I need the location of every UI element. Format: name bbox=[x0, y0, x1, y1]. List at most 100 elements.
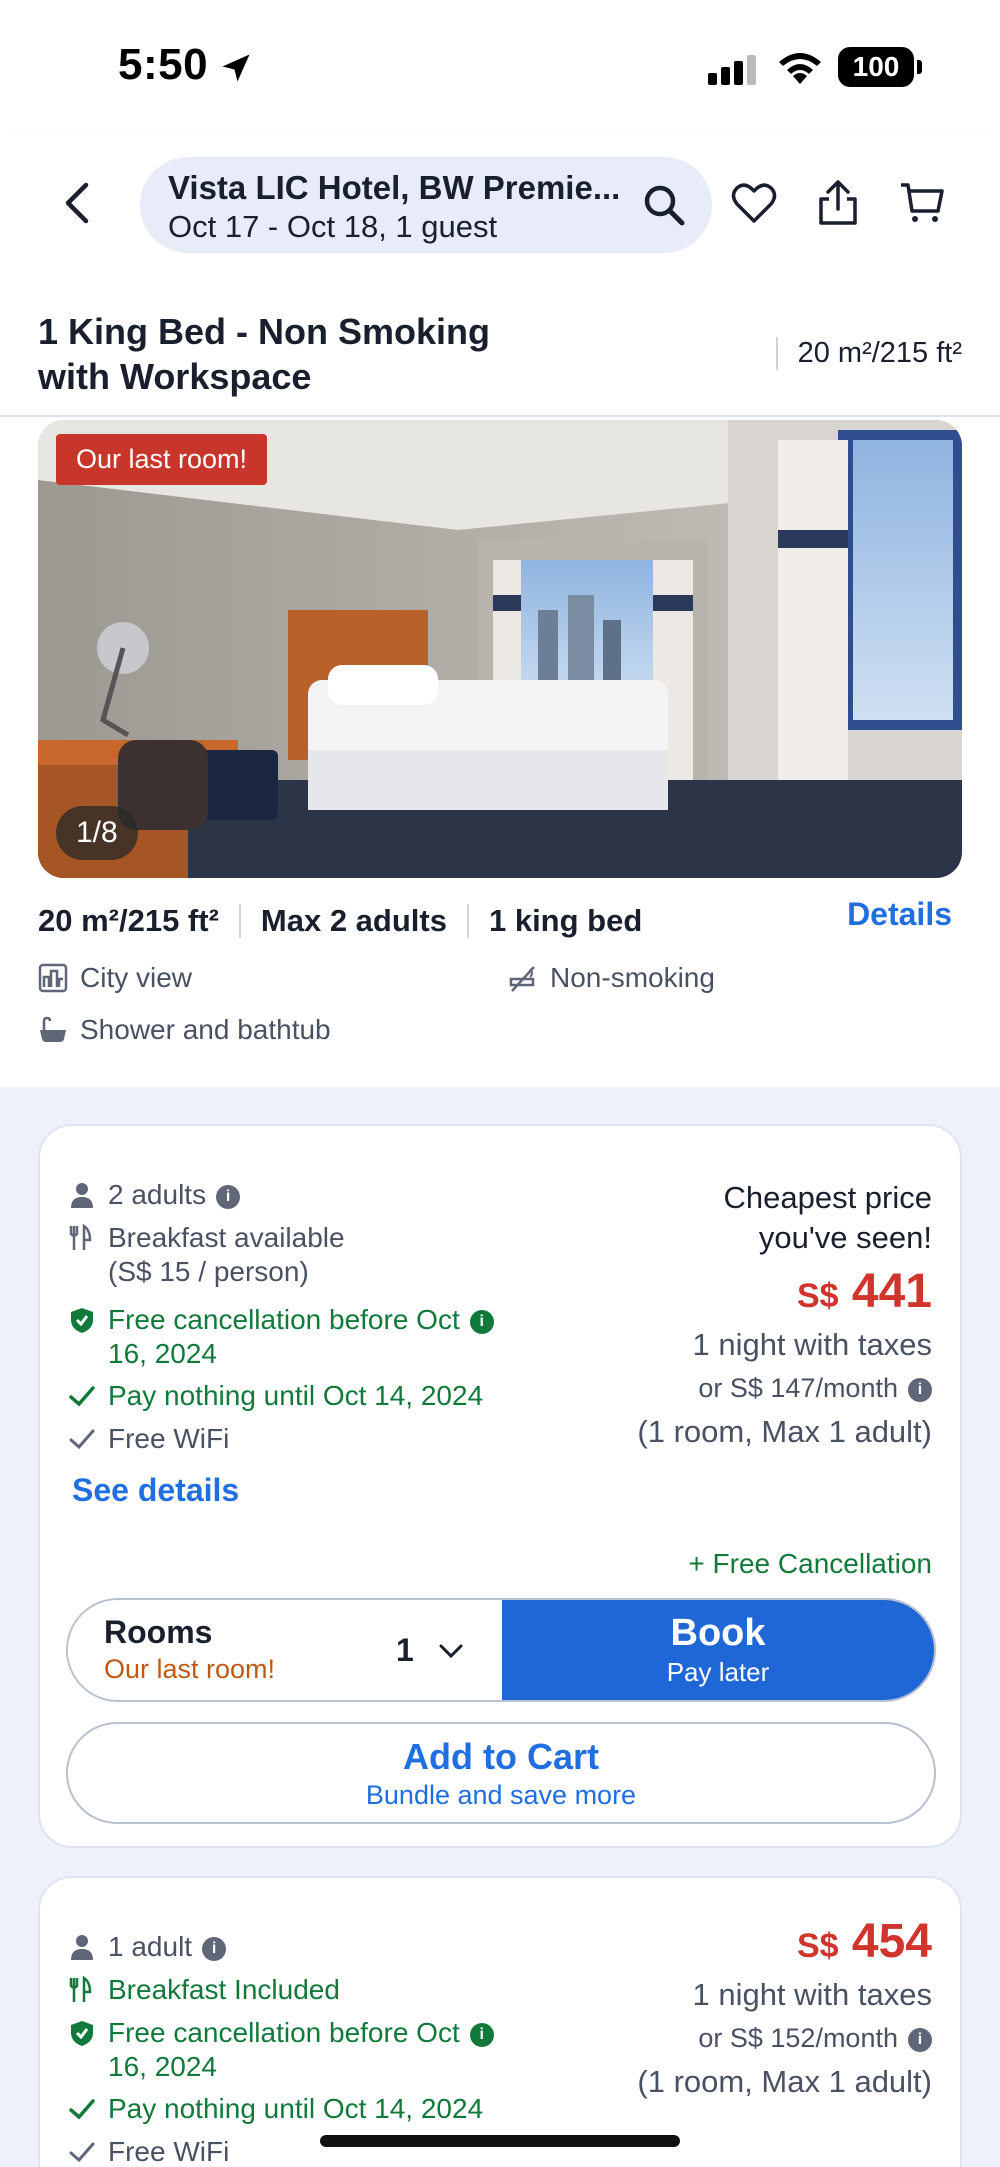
currency: S$ bbox=[796, 1927, 839, 1965]
see-details-link[interactable]: See details bbox=[72, 1472, 239, 1509]
book-sublabel: Pay later bbox=[666, 1657, 770, 1687]
monthly-price: or S$ 147/month i bbox=[637, 1373, 932, 1404]
chevron-down-icon bbox=[439, 1644, 463, 1659]
cutlery-icon bbox=[69, 1976, 92, 2002]
heart-icon[interactable] bbox=[730, 179, 778, 227]
room-title: 1 King Bed - Non Smoking with Workspace bbox=[38, 309, 598, 399]
amenity-label: City view bbox=[80, 962, 193, 993]
bathtub-icon bbox=[40, 1016, 66, 1042]
offer-wifi: Free WiFi bbox=[68, 1422, 229, 1456]
offer-occupancy: 2 adults i bbox=[68, 1178, 241, 1212]
last-room-tag: Our last room! bbox=[56, 434, 268, 485]
add-to-cart-sublabel: Bundle and save more bbox=[365, 1780, 637, 1810]
offer-breakfast: Breakfast Included bbox=[68, 1973, 340, 2007]
monthly-text: or S$ 147/month bbox=[698, 1373, 898, 1403]
cutlery-icon bbox=[69, 1224, 92, 1250]
cart-icon[interactable] bbox=[898, 179, 946, 227]
monthly-text: or S$ 152/month bbox=[698, 2023, 898, 2053]
cancellation-date: 16, 2024 bbox=[108, 1338, 217, 1369]
breakfast-text: Breakfast available bbox=[108, 1222, 345, 1253]
room-title-line-1: 1 King Bed - Non Smoking bbox=[38, 311, 491, 352]
offer-price-block: Cheapest price you've seen! S$ 441 1 nig… bbox=[637, 1178, 932, 1450]
back-button[interactable] bbox=[50, 175, 106, 231]
rooms-label: Rooms bbox=[104, 1614, 213, 1650]
info-icon[interactable]: i bbox=[908, 1377, 932, 1402]
chevron-left-icon bbox=[65, 182, 89, 224]
check-icon bbox=[69, 2099, 95, 2120]
search-icon bbox=[644, 185, 685, 226]
search-dates-guests: Oct 17 - Oct 18, 1 guest bbox=[168, 209, 498, 244]
share-icon[interactable] bbox=[814, 179, 862, 227]
spec-max-occupancy: Max 2 adults bbox=[260, 903, 447, 938]
spec-divider bbox=[466, 904, 469, 938]
offer-breakfast: Breakfast available (S$ 15 / person) bbox=[68, 1221, 345, 1289]
price-value: 441 bbox=[851, 1265, 932, 1318]
details-link[interactable]: Details bbox=[847, 896, 952, 933]
amenity-label: Non-smoking bbox=[550, 962, 715, 993]
amenity-non-smoking: Non-smoking bbox=[508, 962, 715, 994]
offer-free-cancellation: Free cancellation before Oct i 16, 2024 bbox=[68, 1303, 494, 1371]
offer-price-block: S$ 454 1 night with taxes or S$ 152/mont… bbox=[637, 1914, 932, 2100]
book-label: Book bbox=[670, 1612, 766, 1654]
cancellation-text: Free cancellation before Oct bbox=[108, 1304, 460, 1335]
location-arrow-icon bbox=[222, 54, 250, 82]
room-size-header: 20 m²/215 ft² bbox=[775, 337, 962, 370]
check-icon bbox=[69, 2142, 95, 2163]
battery-indicator: 100 bbox=[838, 47, 922, 87]
breakfast-price: (S$ 15 / person) bbox=[108, 1256, 309, 1287]
cellular-signal-icon bbox=[708, 55, 756, 85]
room-photo[interactable]: Our last room! 1/8 bbox=[38, 420, 962, 878]
currency: S$ bbox=[796, 1277, 839, 1315]
status-bar: 5:50 100 bbox=[0, 0, 1000, 135]
cancellation-text: Free cancellation before Oct bbox=[108, 2017, 460, 2048]
spec-divider bbox=[238, 904, 241, 938]
info-icon[interactable]: i bbox=[202, 1936, 227, 1961]
add-to-cart-label: Add to Cart bbox=[403, 1736, 599, 1777]
offer-pay-later: Pay nothing until Oct 14, 2024 bbox=[68, 2092, 483, 2126]
info-icon[interactable]: i bbox=[908, 2027, 932, 2052]
occupancy-text: 1 adult bbox=[108, 1931, 193, 1962]
offer-occupancy: 1 adult i bbox=[68, 1930, 227, 1964]
price-value: 454 bbox=[851, 1915, 932, 1968]
book-button[interactable]: Book Pay later bbox=[502, 1600, 934, 1700]
city-view-icon bbox=[38, 963, 68, 993]
check-icon bbox=[69, 1386, 95, 1407]
shield-check-icon bbox=[71, 2021, 93, 2046]
person-icon bbox=[71, 1183, 93, 1208]
booking-control: Rooms Our last room! 1 Book Pay later bbox=[66, 1598, 936, 1702]
info-icon[interactable]: i bbox=[216, 1184, 241, 1209]
offer-card: 1 adult i Breakfast Included Free cancell… bbox=[38, 1876, 962, 2167]
occupancy-text: 2 adults bbox=[108, 1179, 207, 1210]
free-cancellation-tag: + Free Cancellation bbox=[688, 1548, 932, 1579]
info-icon[interactable]: i bbox=[469, 1309, 494, 1334]
home-indicator[interactable] bbox=[320, 2135, 680, 2147]
info-icon[interactable]: i bbox=[469, 2022, 494, 2047]
room-photo-image bbox=[38, 420, 962, 878]
rooms-dropdown[interactable]: Rooms Our last room! 1 bbox=[68, 1600, 502, 1700]
room-occupancy-info: (1 room, Max 1 adult) bbox=[637, 2064, 932, 2099]
room-title-line-2: with Workspace bbox=[38, 356, 312, 397]
offer-pay-later: Pay nothing until Oct 14, 2024 bbox=[68, 1379, 483, 1413]
price-per-night: 1 night with taxes bbox=[692, 1327, 932, 1362]
wifi-text: Free WiFi bbox=[108, 2136, 230, 2167]
offer-free-cancellation: Free cancellation before Oct i 16, 2024 bbox=[68, 2016, 494, 2084]
wifi-icon bbox=[779, 53, 821, 84]
cheapest-badge-line-1: Cheapest price bbox=[723, 1180, 932, 1215]
wifi-text: Free WiFi bbox=[108, 1423, 230, 1454]
pay-later-text: Pay nothing until Oct 14, 2024 bbox=[108, 2093, 484, 2124]
amenity-city-view: City view bbox=[38, 962, 192, 994]
top-nav: Vista LIC Hotel, BW Premie... Oct 17 - O… bbox=[0, 135, 1000, 271]
offer-price: S$ 441 bbox=[637, 1264, 932, 1319]
spec-bed: 1 king bed bbox=[488, 903, 643, 938]
spec-size: 20 m²/215 ft² bbox=[38, 903, 219, 938]
offer-price: S$ 454 bbox=[637, 1914, 932, 1969]
price-per-night: 1 night with taxes bbox=[692, 1977, 932, 2012]
cancellation-date: 16, 2024 bbox=[108, 2051, 217, 2082]
check-icon bbox=[69, 1429, 95, 1450]
pay-later-text: Pay nothing until Oct 14, 2024 bbox=[108, 1380, 484, 1411]
add-to-cart-button[interactable]: Add to Cart Bundle and save more bbox=[66, 1722, 936, 1824]
search-summary-pill[interactable]: Vista LIC Hotel, BW Premie... Oct 17 - O… bbox=[140, 157, 712, 253]
amenity-label: Shower and bathtub bbox=[80, 1014, 331, 1045]
photo-counter: 1/8 bbox=[56, 806, 138, 860]
room-header: 1 King Bed - Non Smoking with Workspace … bbox=[0, 271, 1000, 417]
